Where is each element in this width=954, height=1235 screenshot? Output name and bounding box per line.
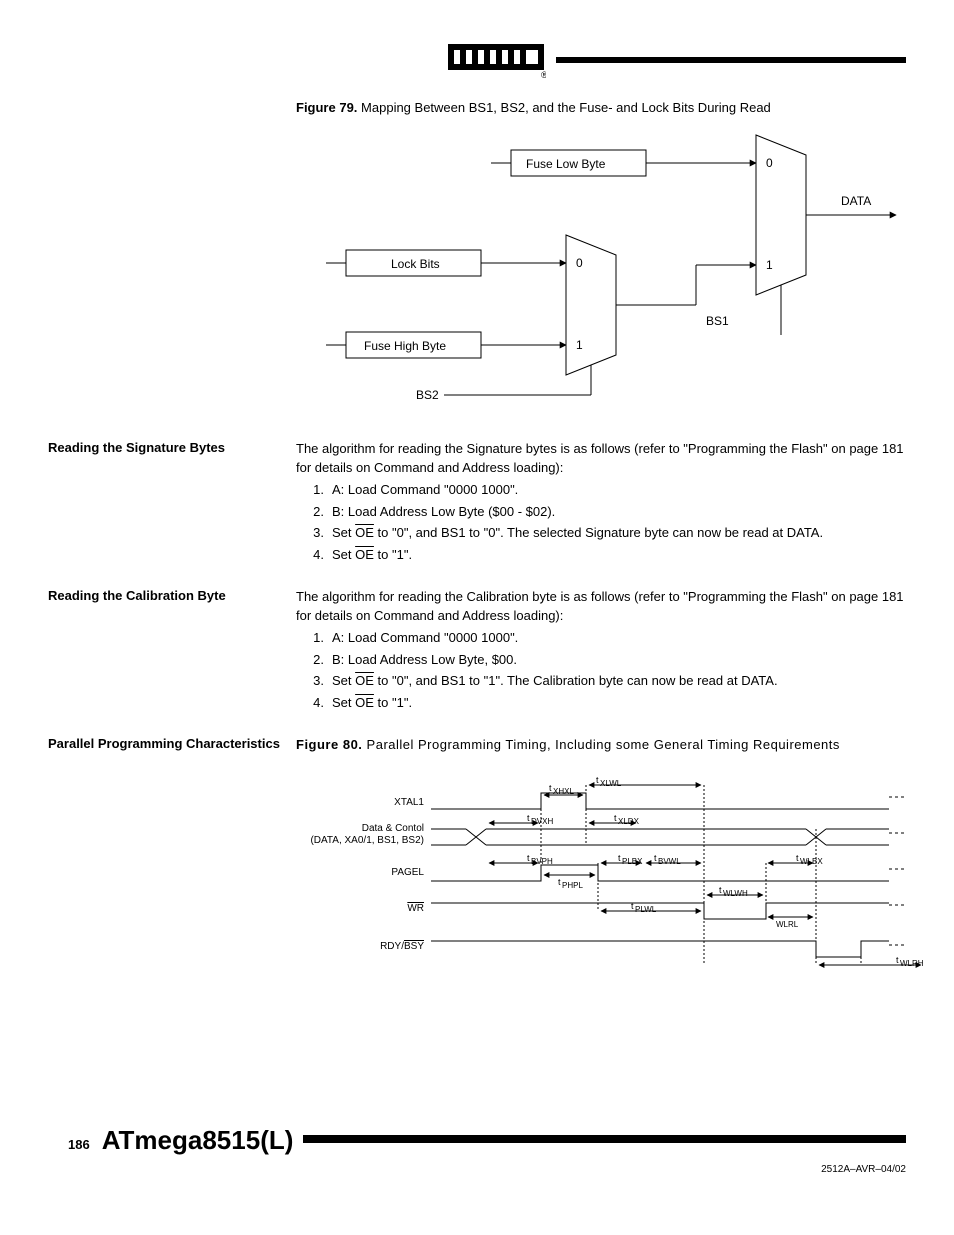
section-heading-calibration: Reading the Calibration Byte [48, 588, 296, 603]
section-body-calibration: The algorithm for reading the Calibratio… [296, 588, 906, 716]
figure80-title: Figure 80. Parallel Programming Timing, … [296, 736, 906, 755]
header-logo-line: ® [446, 40, 906, 80]
section-body-parallel: Figure 80. Parallel Programming Timing, … [296, 736, 906, 755]
figure79-title: Figure 79. Mapping Between BS1, BS2, and… [296, 100, 906, 115]
signal-datactrl-l1: Data & Contol [362, 823, 424, 834]
tlabel-xlwl: XLWL [600, 779, 622, 788]
fuse-low-box-label: Fuse Low Byte [526, 157, 606, 171]
section-signature-bytes: Reading the Signature Bytes The algorith… [48, 440, 906, 568]
lock-bits-box-label: Lock Bits [391, 257, 440, 271]
oe-overline: OE [355, 525, 374, 540]
bs1-select-label: BS1 [706, 314, 729, 328]
tlabel-bvph: BVPH [531, 857, 553, 866]
tlabel-plwl: PLWL [635, 905, 657, 914]
tlabel-xldx: XLDX [618, 817, 640, 826]
figure79-label: Figure 79. [296, 100, 357, 115]
figure79-diagram: 0 1 0 1 Fuse Low Byte Lock Bits Fuse Hig… [296, 125, 916, 415]
calibration-step-3: 3.Set OE to "0", and BS1 to "1". The Cal… [296, 672, 906, 691]
data-output-label: DATA [841, 194, 871, 208]
header-rule [556, 57, 906, 63]
tlabel-xldx-t: t [614, 813, 617, 823]
tlabel-wlwh-t: t [719, 885, 722, 895]
section-body-signature: The algorithm for reading the Signature … [296, 440, 906, 568]
section-calibration-byte: Reading the Calibration Byte The algorit… [48, 588, 906, 716]
tlabel-wlrh-t: t [896, 955, 899, 965]
section-heading-parallel: Parallel Programming Characteristics [48, 736, 296, 751]
signature-step-3: 3.Set OE to "0", and BS1 to "0". The sel… [296, 524, 906, 543]
signal-rdy-label: RDY/BSY [380, 941, 424, 952]
signal-wr-label: WR [407, 903, 424, 914]
tlabel-dvxh: DVXH [531, 817, 553, 826]
oe-overline: OE [355, 547, 374, 562]
tlabel-wlbx: WLBX [800, 857, 823, 866]
signature-step-2: 2.B: Load Address Low Byte ($00 - $02). [296, 503, 906, 522]
tlabel-bvwl: BVWL [658, 857, 681, 866]
tlabel-wlwh: WLWH [723, 889, 748, 898]
tlabel-phpl: PHPL [562, 881, 583, 890]
figure80-label: Figure 80. [296, 737, 362, 752]
tlabel-plbx-t: t [618, 853, 621, 863]
tlabel-phpl-t: t [558, 877, 561, 887]
calibration-intro: The algorithm for reading the Calibratio… [296, 588, 906, 626]
tlabel-plbx: PLBX [622, 857, 643, 866]
mux1-input1-label: 1 [576, 338, 583, 352]
figure80-diagram: XTAL1 t XHXL t XLWL Data & Contol (DATA,… [296, 775, 936, 985]
atmel-logo: ® [446, 40, 546, 80]
tlabel-bvph-t: t [527, 853, 530, 863]
signature-step-1: 1.A: Load Command "0000 1000". [296, 481, 906, 500]
fuse-high-box-label: Fuse High Byte [364, 339, 446, 353]
bs2-select-label: BS2 [416, 388, 439, 402]
mux2-input1-label: 1 [766, 258, 773, 272]
page-footer: 186 ATmega8515(L) [48, 1125, 906, 1156]
tlabel-xhxl-t: t [549, 783, 552, 793]
oe-overline: OE [355, 673, 374, 688]
signature-step-4: 4.Set OE to "1". [296, 546, 906, 565]
section-parallel-programming: Parallel Programming Characteristics Fig… [48, 736, 906, 755]
tlabel-xlwl-t: t [596, 775, 599, 785]
calibration-step-2: 2.B: Load Address Low Byte, $00. [296, 651, 906, 670]
tlabel-wlbx-t: t [796, 853, 799, 863]
tlabel-dvxh-t: t [527, 813, 530, 823]
figure80-caption: Parallel Programming Timing, Including s… [367, 737, 840, 752]
tlabel-wlrl: WLRL [776, 920, 799, 929]
calibration-step-1: 1.A: Load Command "0000 1000". [296, 629, 906, 648]
page-number: 186 [68, 1137, 90, 1152]
mux1-input0-label: 0 [576, 256, 583, 270]
tlabel-bvwl-t: t [654, 853, 657, 863]
svg-text:®: ® [541, 70, 546, 80]
oe-overline: OE [355, 695, 374, 710]
signal-pagel-label: PAGEL [391, 867, 424, 878]
product-name: ATmega8515(L) [102, 1125, 294, 1156]
tlabel-xhxl: XHXL [553, 787, 574, 796]
calibration-step-4: 4.Set OE to "1". [296, 694, 906, 713]
signal-xtal1-label: XTAL1 [394, 797, 424, 808]
doc-id: 2512A–AVR–04/02 [48, 1164, 906, 1175]
signal-datactrl-l2: (DATA, XA0/1, BS1, BS2) [310, 835, 424, 846]
footer-rule [303, 1135, 906, 1143]
section-heading-signature: Reading the Signature Bytes [48, 440, 296, 455]
mux2-input0-label: 0 [766, 156, 773, 170]
signature-intro: The algorithm for reading the Signature … [296, 440, 906, 478]
figure79-caption: Mapping Between BS1, BS2, and the Fuse- … [361, 100, 771, 115]
tlabel-wlrh: WLRH [900, 959, 924, 968]
